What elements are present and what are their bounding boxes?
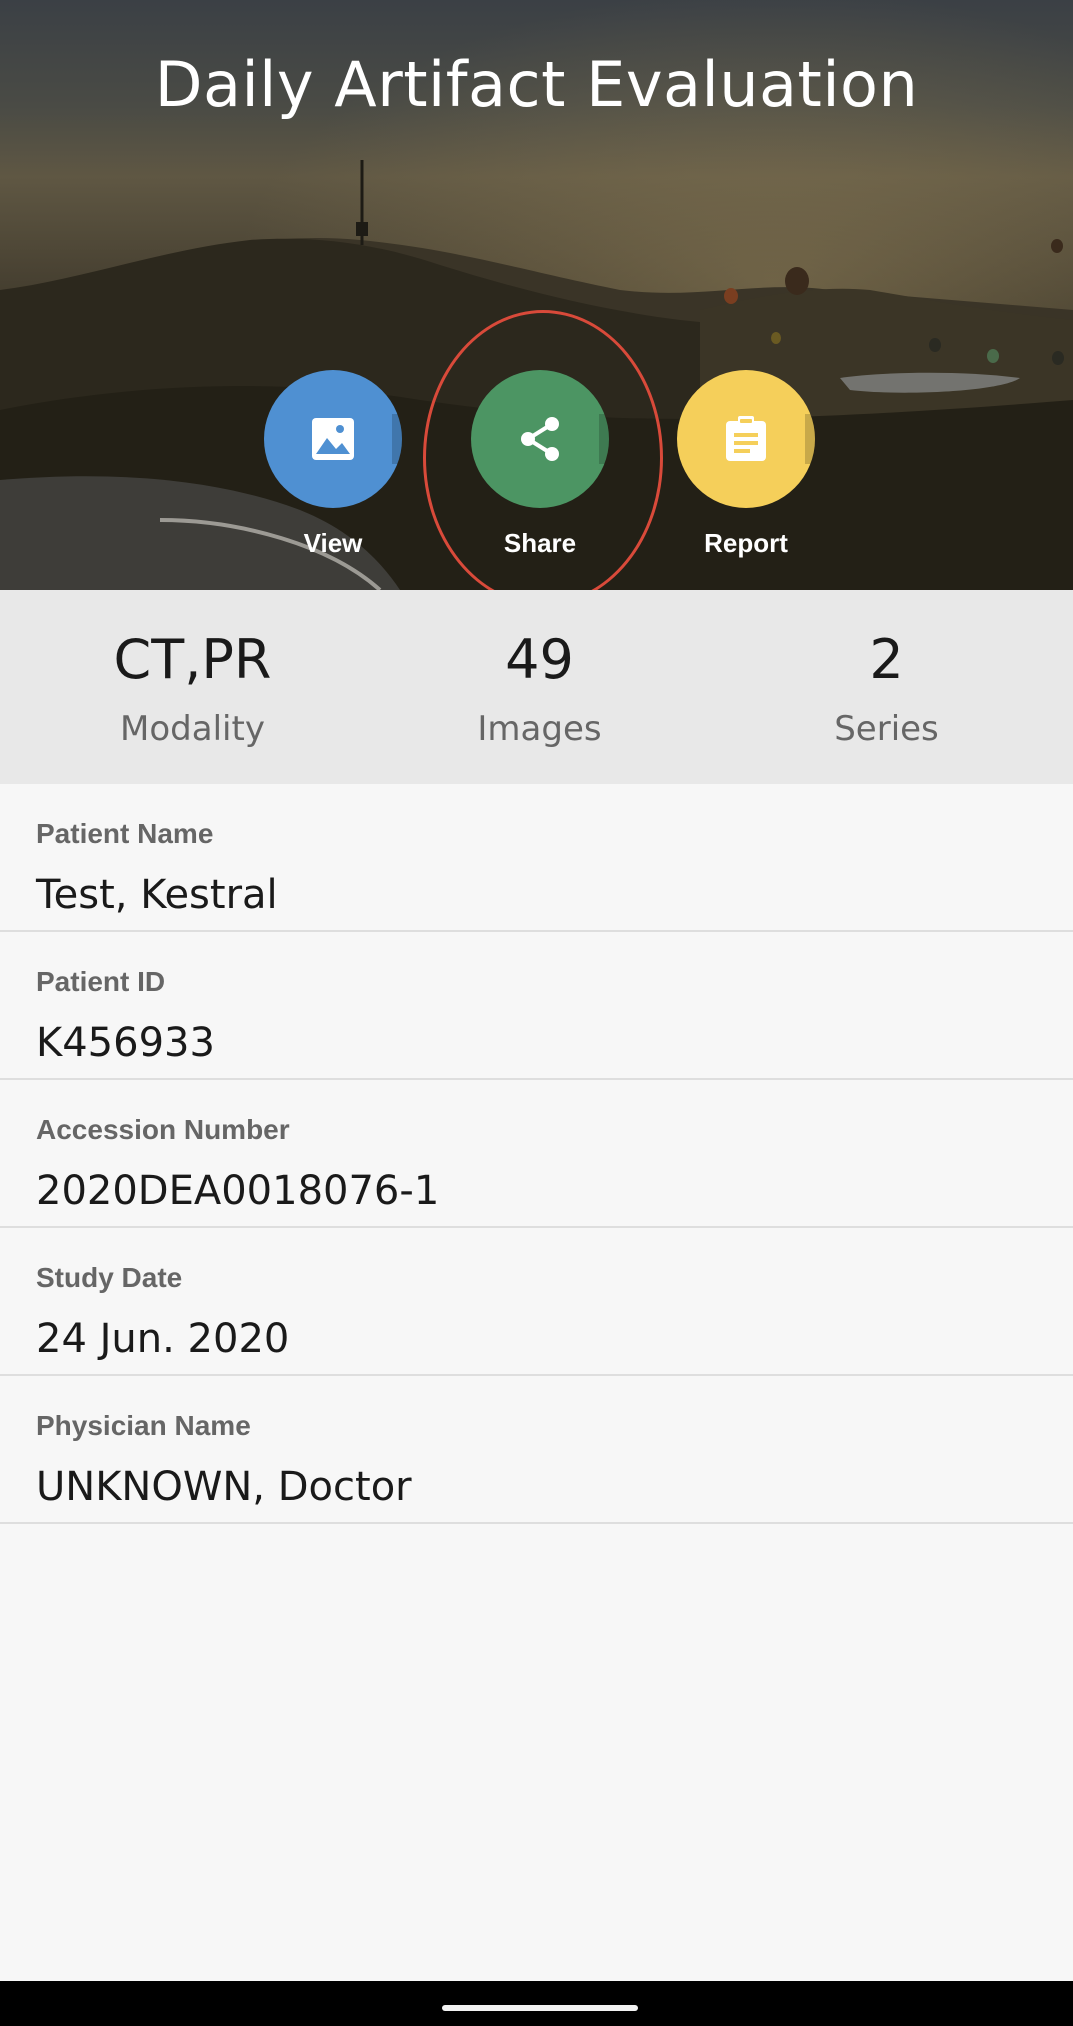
- detail-study-date: Study Date 24 Jun. 2020: [0, 1228, 1073, 1376]
- image-icon: [312, 418, 354, 460]
- stat-value: CT,PR: [113, 628, 272, 691]
- detail-label: Patient ID: [36, 966, 166, 997]
- view-label: View: [303, 528, 363, 558]
- detail-accession-number: Accession Number 2020DEA0018076-1: [0, 1080, 1073, 1228]
- report-button[interactable]: [677, 370, 815, 508]
- study-stats: CT,PR Modality 49 Images 2 Series: [0, 590, 1073, 784]
- detail-patient-name: Patient Name Test, Kestral: [0, 784, 1073, 932]
- detail-value: 2020DEA0018076-1: [36, 1168, 440, 1214]
- clipboard-icon: [726, 416, 766, 461]
- stat-caption: Images: [477, 709, 602, 749]
- share-button[interactable]: [471, 370, 609, 508]
- detail-label: Study Date: [36, 1262, 183, 1293]
- view-button[interactable]: [264, 370, 402, 508]
- system-navigation-bar: [0, 1981, 1073, 2026]
- share-label: Share: [503, 528, 577, 558]
- share-icon: [521, 417, 559, 461]
- study-details-list: Patient Name Test, Kestral Patient ID K4…: [0, 784, 1073, 1524]
- report-label: Report: [704, 528, 788, 558]
- page-title: Daily Artifact Evaluation: [154, 48, 919, 121]
- detail-label: Physician Name: [36, 1410, 251, 1441]
- detail-label: Patient Name: [36, 818, 214, 849]
- stat-images: 49 Images: [361, 590, 718, 749]
- detail-value: K456933: [36, 1020, 215, 1066]
- detail-physician-name: Physician Name UNKNOWN, Doctor: [0, 1376, 1073, 1524]
- header-hero: Daily Artifact Evaluation View Share Rep…: [0, 0, 1073, 590]
- detail-patient-id: Patient ID K456933: [0, 932, 1073, 1080]
- stat-caption: Modality: [120, 709, 265, 749]
- detail-label: Accession Number: [36, 1114, 290, 1145]
- stat-value: 2: [869, 628, 904, 691]
- home-gesture-handle[interactable]: [442, 2005, 638, 2011]
- detail-value: UNKNOWN, Doctor: [36, 1464, 412, 1510]
- stat-caption: Series: [834, 709, 939, 749]
- share-action[interactable]: Share: [470, 370, 610, 559]
- stat-modality: CT,PR Modality: [14, 590, 371, 749]
- stat-series: 2 Series: [708, 590, 1065, 749]
- stat-value: 49: [505, 628, 574, 691]
- view-action[interactable]: View: [263, 370, 403, 559]
- detail-value: 24 Jun. 2020: [36, 1316, 290, 1362]
- report-action[interactable]: Report: [676, 370, 816, 559]
- detail-value: Test, Kestral: [36, 872, 278, 918]
